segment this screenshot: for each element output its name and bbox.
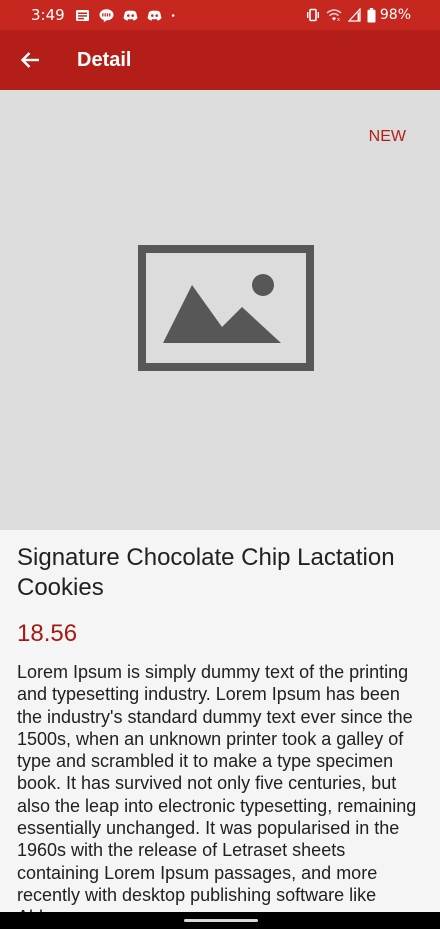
status-time: 3:49 (31, 6, 65, 24)
arrow-back-icon (20, 52, 39, 68)
product-image-area: NEW (0, 90, 440, 530)
product-title: Signature Chocolate Chip Lactation Cooki… (17, 544, 395, 601)
discord-icon (123, 10, 138, 21)
new-badge: NEW (368, 128, 406, 145)
status-notification-icons (75, 8, 188, 23)
home-indicator[interactable] (184, 919, 258, 922)
line-app-icon (99, 9, 114, 23)
product-description: Lorem Ipsum is simply dummy text of the … (17, 662, 417, 927)
svg-text:x: x (337, 17, 340, 22)
product-details: Signature Chocolate Chip Lactation Cooki… (17, 530, 423, 929)
app-bar: Detail (0, 30, 440, 90)
status-bar: 3:49 x 98% (0, 0, 440, 30)
battery-icon (367, 7, 376, 22)
image-placeholder-icon (138, 245, 314, 371)
battery-percent: 98% (379, 7, 411, 23)
page-title: Detail (77, 49, 132, 71)
wifi-icon: x (326, 9, 342, 22)
discord-icon (147, 10, 162, 21)
system-navigation-bar (0, 912, 440, 929)
notification-dot-icon (171, 14, 175, 17)
signal-icon (347, 8, 361, 22)
news-icon (76, 10, 89, 21)
status-system-icons: x 98% (300, 6, 411, 24)
back-button[interactable] (16, 46, 44, 74)
vibrate-icon (306, 8, 319, 22)
product-price: 18.56 (17, 620, 78, 647)
